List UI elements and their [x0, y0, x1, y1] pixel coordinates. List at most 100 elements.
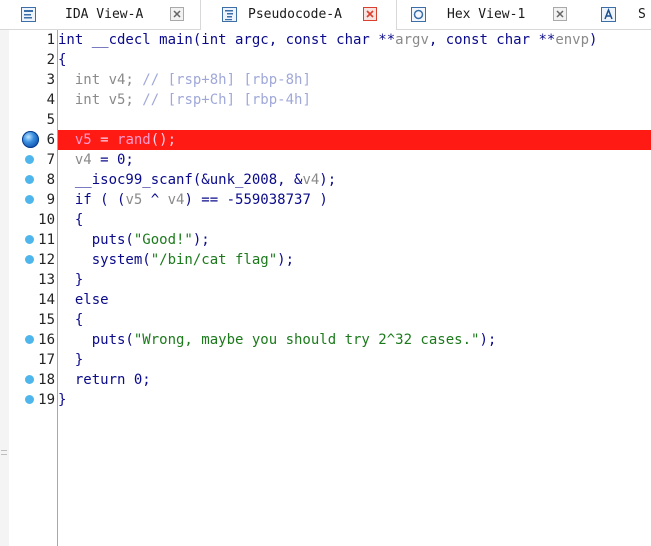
code-token: int v5;: [58, 92, 143, 108]
code-token: = 0;: [91, 152, 134, 168]
line-number: 13: [38, 272, 55, 288]
code-token: {: [58, 52, 67, 68]
code-token: v4: [167, 192, 185, 208]
code-token: // [rsp+Ch] [rbp-4h]: [142, 92, 311, 108]
tab-close-icon[interactable]: [553, 7, 567, 21]
tab-close-icon[interactable]: [363, 7, 377, 21]
code-token: ): [589, 32, 598, 48]
code-line[interactable]: int v4; // [rsp+8h] [rbp-8h]: [58, 70, 651, 90]
code-line[interactable]: }: [58, 390, 651, 410]
line-number: 17: [38, 352, 55, 368]
tab-bar: IDA View-A Pseudocode-A Hex View-1 S: [0, 0, 651, 30]
code-token: );: [319, 172, 337, 188]
code-line[interactable]: system("/bin/cat flag");: [58, 250, 651, 270]
line-number: 6: [46, 132, 55, 148]
tab-close-icon[interactable]: [170, 7, 184, 21]
code-token: );: [479, 332, 497, 348]
code-line[interactable]: v4 = 0;: [58, 150, 651, 170]
code-token: );: [277, 252, 295, 268]
line-number: 5: [46, 112, 55, 128]
code-token: int __cdecl main(int argc, const char **: [58, 32, 396, 48]
code-token: v4: [74, 152, 92, 168]
code-line[interactable]: int __cdecl main(int argc, const char **…: [58, 30, 651, 50]
code-line[interactable]: {: [58, 50, 651, 70]
ida-view-icon: [21, 7, 36, 22]
code-token: return 0;: [58, 372, 151, 388]
line-number: 18: [38, 372, 55, 388]
code-line[interactable]: return 0;: [58, 370, 651, 390]
line-number: 9: [46, 192, 55, 208]
pseudocode-icon: [222, 7, 237, 22]
pseudocode-editor[interactable]: int __cdecl main(int argc, const char **…: [58, 30, 651, 546]
line-number: 12: [38, 252, 55, 268]
line-number: 15: [38, 312, 55, 328]
code-token: "Wrong, maybe you should try 2^32 cases.…: [133, 332, 480, 348]
code-token: rand: [117, 132, 151, 148]
code-line[interactable]: [58, 110, 651, 130]
code-token: argv: [395, 32, 429, 48]
code-line[interactable]: else: [58, 290, 651, 310]
highlighted-code-line[interactable]: v5 = rand();: [58, 130, 651, 150]
code-token: else: [58, 292, 109, 308]
line-number: 14: [38, 292, 55, 308]
tab-label: Pseudocode-A: [248, 7, 342, 22]
code-token: envp: [555, 32, 590, 48]
code-line[interactable]: puts("Wrong, maybe you should try 2^32 c…: [58, 330, 651, 350]
code-line[interactable]: }: [58, 350, 651, 370]
code-token: if ( (: [58, 192, 126, 208]
line-number: 7: [46, 152, 55, 168]
structures-icon: [601, 7, 616, 22]
code-line[interactable]: if ( (v5 ^ v4) == -559038737 ): [58, 190, 651, 210]
code-line[interactable]: }: [58, 270, 651, 290]
code-line[interactable]: __isoc99_scanf(&unk_2008, &v4);: [58, 170, 651, 190]
line-number: 16: [38, 332, 55, 348]
code-line[interactable]: {: [58, 310, 651, 330]
strip-marker: [1, 454, 7, 455]
code-token: =: [91, 132, 118, 148]
tab-label: S: [638, 7, 646, 22]
line-number: 10: [38, 212, 55, 228]
code-token: ) == -559038737 ): [184, 192, 328, 208]
tab-label: IDA View-A: [65, 7, 144, 22]
code-token: puts(: [58, 332, 134, 348]
code-token: "/bin/cat flag": [150, 252, 278, 268]
line-number: 3: [46, 72, 55, 88]
code-token: }: [58, 272, 84, 288]
line-number: 8: [46, 172, 55, 188]
code-token: {: [58, 212, 84, 228]
code-token: }: [58, 392, 67, 408]
code-token: v5: [125, 192, 143, 208]
code-token: , const char **: [428, 32, 556, 48]
strip-marker: [1, 450, 7, 451]
line-number-gutter[interactable]: 1 2 3 4 5 6 7 8 9 10 11 12 13 14 15 16 17 18 19: [9, 30, 57, 546]
line-number: 19: [38, 392, 55, 408]
code-line[interactable]: puts("Good!");: [58, 230, 651, 250]
code-token: int v4;: [58, 72, 143, 88]
line-number: 11: [38, 232, 55, 248]
hex-view-icon: [411, 7, 426, 22]
tab-ida-view-a[interactable]: IDA View-A: [0, 0, 200, 29]
code-token: {: [58, 312, 84, 328]
code-token: }: [58, 352, 84, 368]
code-token: system(: [58, 252, 151, 268]
code-line[interactable]: {: [58, 210, 651, 230]
code-token: );: [192, 232, 210, 248]
code-token: puts(: [58, 232, 134, 248]
tab-hex-view-1[interactable]: Hex View-1: [396, 0, 584, 29]
tab-pseudocode-a[interactable]: Pseudocode-A: [200, 0, 397, 30]
tab-label: Hex View-1: [447, 7, 526, 22]
code-token: v5: [74, 132, 92, 148]
code-token: "Good!": [133, 232, 193, 248]
line-number: 2: [46, 52, 55, 68]
code-token: ^: [142, 192, 168, 208]
line-number: 4: [46, 92, 55, 108]
code-token: v4: [302, 172, 320, 188]
code-token: ();: [150, 132, 177, 148]
tab-structures[interactable]: S: [585, 0, 651, 29]
code-token: __isoc99_scanf(&unk_2008, &: [58, 172, 303, 188]
code-line[interactable]: int v5; // [rsp+Ch] [rbp-4h]: [58, 90, 651, 110]
code-token: // [rsp+8h] [rbp-8h]: [142, 72, 311, 88]
line-number: 1: [46, 32, 55, 48]
